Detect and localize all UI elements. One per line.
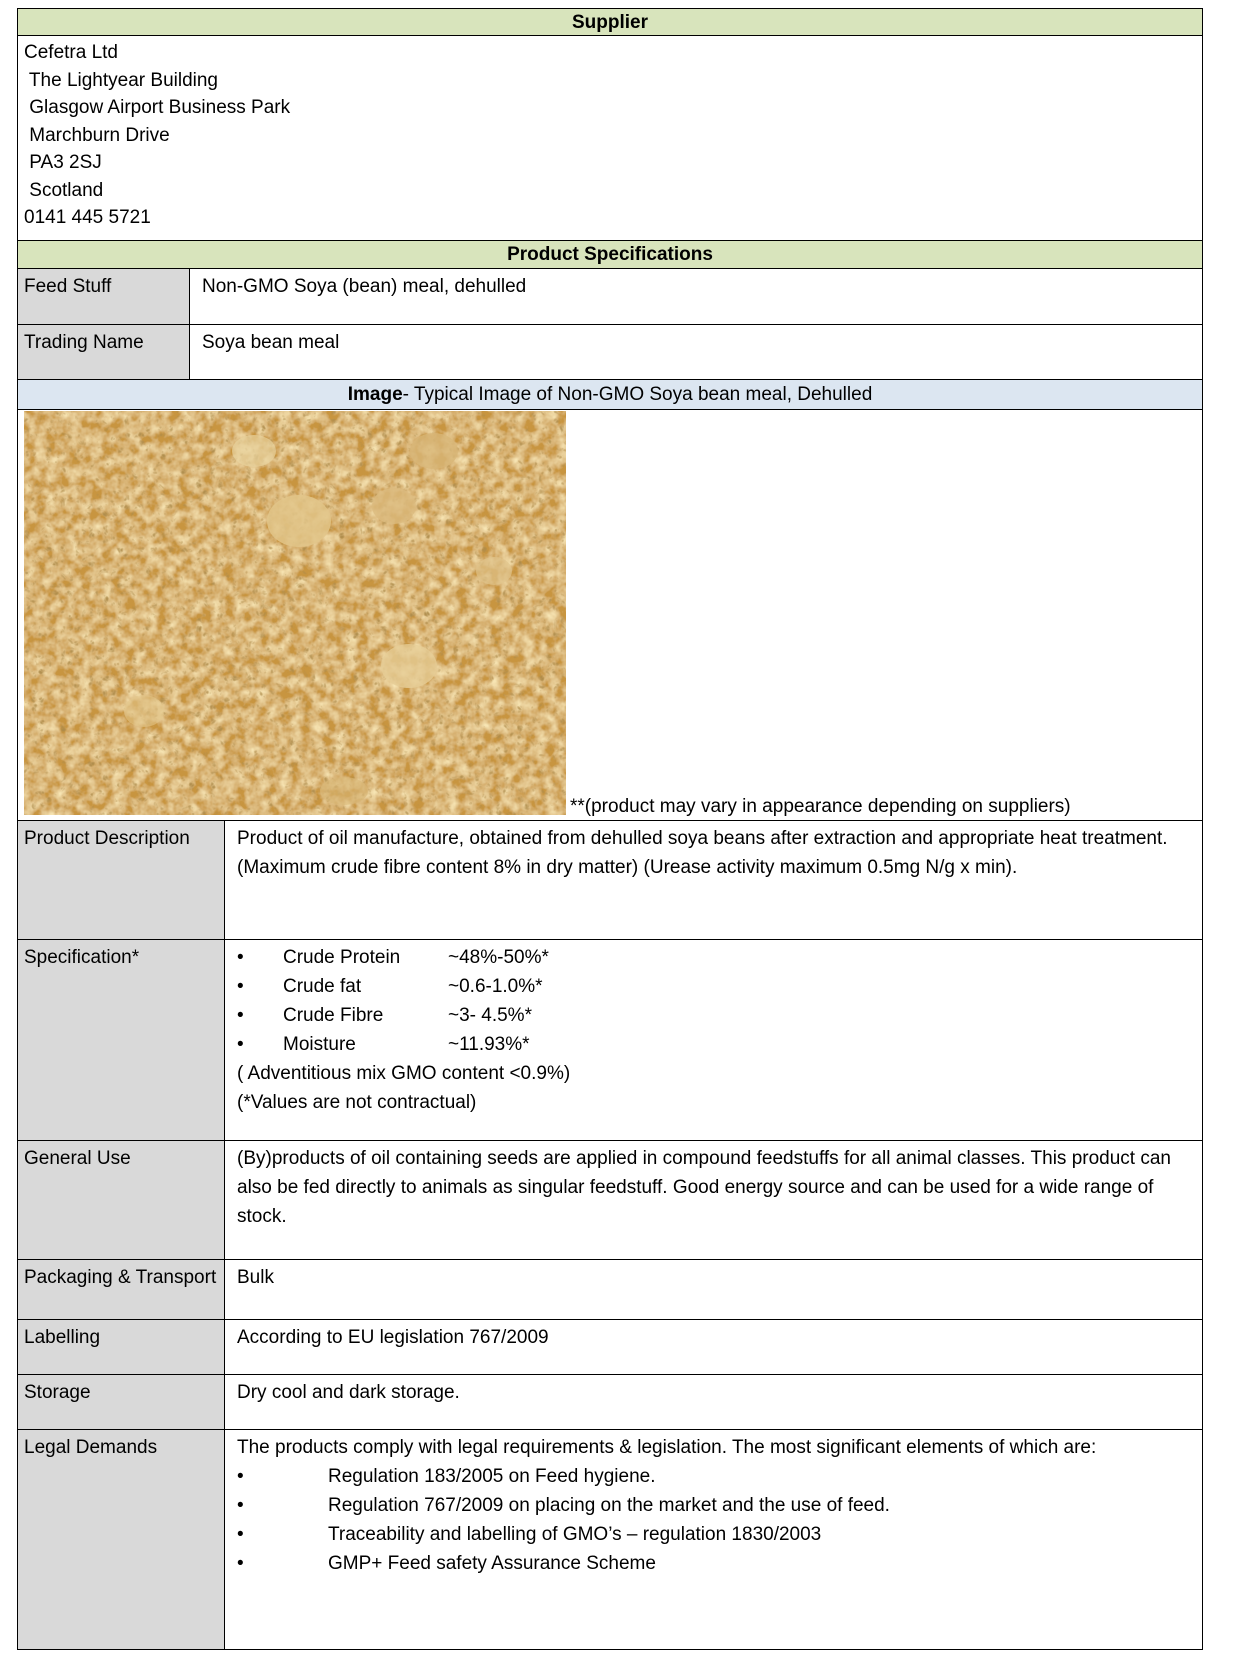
legal-item: • Regulation 183/2005 on Feed hygiene. xyxy=(237,1462,1190,1491)
supplier-address: Cefetra Ltd The Lightyear Building Glasg… xyxy=(17,36,1203,241)
product-description-label: Product Description xyxy=(18,821,225,939)
spec-item: • Moisture ~11.93%* xyxy=(237,1030,1190,1059)
legal-demands-value: The products comply with legal requireme… xyxy=(225,1430,1202,1649)
legal-text: Traceability and labelling of GMO’s – re… xyxy=(328,1524,822,1545)
legal-intro: The products comply with legal requireme… xyxy=(237,1437,1097,1458)
trading-name-label: Trading Name xyxy=(18,325,190,379)
legal-list: • Regulation 183/2005 on Feed hygiene. • R… xyxy=(237,1462,1190,1578)
specification-label: Specification* xyxy=(18,940,225,1140)
specification-list: • Crude Protein ~48%-50%* • Crude fat ~0.6-1… xyxy=(237,943,1190,1059)
product-description-row: Product Description Product of oil manuf… xyxy=(17,821,1203,940)
spec-value: ~0.6-1.0%* xyxy=(448,976,543,997)
labelling-row: Labelling According to EU legislation 76… xyxy=(17,1320,1203,1375)
bullet: • xyxy=(237,1005,244,1026)
packaging-label: Packaging & Transport xyxy=(18,1260,225,1319)
image-header-bold: Image xyxy=(347,384,403,405)
spec-item: • Crude Protein ~48%-50%* xyxy=(237,943,1190,972)
labelling-label: Labelling xyxy=(18,1320,225,1374)
spec-item: • Crude Fibre ~3- 4.5%* xyxy=(237,1001,1190,1030)
spec-name: Moisture xyxy=(283,1034,356,1055)
spec-value: ~3- 4.5%* xyxy=(448,1005,532,1026)
legal-item: • Regulation 767/2009 on placing on the m… xyxy=(237,1491,1190,1520)
bullet: • xyxy=(237,976,244,997)
soya-meal-photo xyxy=(24,411,566,815)
specification-row: Specification* • Crude Protein ~48%-50%* •… xyxy=(17,940,1203,1141)
legal-demands-row: Legal Demands The products comply with l… xyxy=(17,1430,1203,1650)
specification-value: • Crude Protein ~48%-50%* • Crude fat ~0.6-1… xyxy=(225,940,1202,1140)
general-use-value: (By)products of oil containing seeds are… xyxy=(237,1148,1171,1227)
trading-name-row: Trading Name Soya bean meal xyxy=(17,325,1203,380)
spec-name: Crude fat xyxy=(283,976,362,997)
image-row: **(product may vary in appearance depend… xyxy=(17,410,1203,821)
image-header-text: - Typical Image of Non-GMO Soya bean mea… xyxy=(402,384,873,405)
bullet: • xyxy=(237,1034,244,1055)
bullet: • xyxy=(237,1466,244,1487)
packaging-row: Packaging & Transport Bulk xyxy=(17,1260,1203,1320)
bullet: • xyxy=(237,1495,244,1516)
values-note: (*Values are not contractual) xyxy=(237,1092,477,1113)
specs-header: Product Specifications xyxy=(17,241,1203,269)
spec-value: ~48%-50%* xyxy=(448,947,549,968)
general-use-label: General Use xyxy=(18,1141,225,1259)
supplier-header: Supplier xyxy=(17,8,1203,36)
feed-stuff-value: Non-GMO Soya (bean) meal, dehulled xyxy=(202,276,527,297)
supplier-phone: 0141 445 5721 xyxy=(24,207,151,228)
feed-stuff-row: Feed Stuff Non-GMO Soya (bean) meal, deh… xyxy=(17,269,1203,325)
spec-value: ~11.93%* xyxy=(448,1034,530,1055)
legal-text: Regulation 183/2005 on Feed hygiene. xyxy=(328,1466,656,1487)
image-caption: **(product may vary in appearance depend… xyxy=(570,796,1071,817)
spec-name: Crude Protein xyxy=(283,947,401,968)
bullet: • xyxy=(237,947,244,968)
feed-stuff-label: Feed Stuff xyxy=(18,269,190,324)
legal-item: • Traceability and labelling of GMO’s – r… xyxy=(237,1520,1190,1549)
legal-item: • GMP+ Feed safety Assurance Scheme xyxy=(237,1549,1190,1578)
gmo-note: ( Adventitious mix GMO content <0.9%) xyxy=(237,1063,571,1084)
spec-item: • Crude fat ~0.6-1.0%* xyxy=(237,972,1190,1001)
supplier-line: Glasgow Airport Business Park xyxy=(24,97,291,118)
general-use-row: General Use (By)products of oil containi… xyxy=(17,1141,1203,1260)
storage-value: Dry cool and dark storage. xyxy=(237,1382,460,1403)
legal-text: GMP+ Feed safety Assurance Scheme xyxy=(328,1553,656,1574)
supplier-line: PA3 2SJ xyxy=(24,152,102,173)
legal-text: Regulation 767/2009 on placing on the ma… xyxy=(328,1495,890,1516)
image-header: Image- Typical Image of Non-GMO Soya bea… xyxy=(17,380,1203,410)
product-description-value: Product of oil manufacture, obtained fro… xyxy=(237,828,1168,878)
supplier-line: Scotland xyxy=(24,179,104,201)
spec-name: Crude Fibre xyxy=(283,1005,384,1026)
storage-label: Storage xyxy=(18,1375,225,1429)
supplier-line: The Lightyear Building xyxy=(24,69,218,91)
supplier-line: Marchburn Drive xyxy=(24,124,170,146)
spec-sheet: Supplier Cefetra Ltd The Lightyear Build… xyxy=(17,8,1203,1650)
labelling-value: According to EU legislation 767/2009 xyxy=(237,1327,549,1348)
trading-name-value: Soya bean meal xyxy=(202,332,340,353)
packaging-value: Bulk xyxy=(237,1267,274,1288)
supplier-line: Cefetra Ltd xyxy=(24,42,118,63)
bullet: • xyxy=(237,1524,244,1545)
bullet: • xyxy=(237,1553,244,1574)
legal-demands-label: Legal Demands xyxy=(18,1430,225,1649)
storage-row: Storage Dry cool and dark storage. xyxy=(17,1375,1203,1430)
